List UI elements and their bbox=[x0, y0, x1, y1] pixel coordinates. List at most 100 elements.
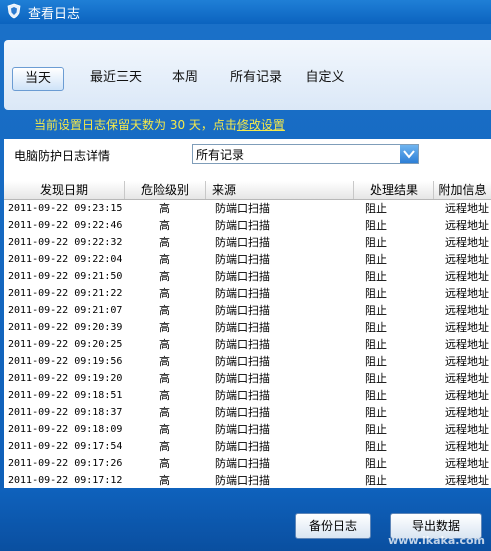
table-cell: 高 bbox=[159, 270, 170, 283]
table-cell: 防端口扫描 bbox=[215, 389, 270, 402]
notice-text: 当前设置日志保留天数为 30 天，点击 bbox=[34, 118, 237, 132]
tab-last-three-days[interactable]: 最近三天 bbox=[84, 67, 148, 89]
table-cell: 阻止 bbox=[365, 287, 387, 300]
table-row[interactable]: 2011-09-22 09:17:54 高 防端口扫描 阻止 远程地址 bbox=[4, 438, 491, 455]
table-row[interactable]: 2011-09-22 09:21:22 高 防端口扫描 阻止 远程地址 bbox=[4, 285, 491, 302]
table-cell: 远程地址 bbox=[445, 457, 489, 470]
table-cell: 远程地址 bbox=[445, 270, 489, 283]
tab-today[interactable]: 当天 bbox=[12, 67, 64, 91]
table-cell: 远程地址 bbox=[445, 253, 489, 266]
table-cell: 远程地址 bbox=[445, 423, 489, 436]
table-cell: 高 bbox=[159, 253, 170, 266]
table-cell: 2011-09-22 09:17:26 bbox=[8, 458, 123, 469]
table-cell: 防端口扫描 bbox=[215, 287, 270, 300]
table-cell: 防端口扫描 bbox=[215, 219, 270, 232]
table-cell: 防端口扫描 bbox=[215, 474, 270, 487]
table-row[interactable]: 2011-09-22 09:22:46 高 防端口扫描 阻止 远程地址 bbox=[4, 217, 491, 234]
table-cell: 远程地址 bbox=[445, 338, 489, 351]
log-filter-select[interactable]: 所有记录 bbox=[192, 144, 419, 164]
table-row[interactable]: 2011-09-22 09:17:26 高 防端口扫描 阻止 远程地址 bbox=[4, 455, 491, 472]
table-cell: 阻止 bbox=[365, 457, 387, 470]
table-cell: 2011-09-22 09:22:46 bbox=[8, 220, 123, 231]
table-cell: 远程地址 bbox=[445, 219, 489, 232]
table-cell: 2011-09-22 09:22:04 bbox=[8, 254, 123, 265]
table-cell: 阻止 bbox=[365, 440, 387, 453]
table-cell: 阻止 bbox=[365, 236, 387, 249]
table-cell: 阻止 bbox=[365, 202, 387, 215]
table-cell: 防端口扫描 bbox=[215, 253, 270, 266]
table-cell: 高 bbox=[159, 287, 170, 300]
column-header[interactable]: 附加信息 bbox=[434, 181, 491, 199]
table-cell: 2011-09-22 09:18:37 bbox=[8, 407, 123, 418]
table-cell: 2011-09-22 09:17:12 bbox=[8, 475, 123, 486]
site-watermark: www.ikaka.com bbox=[388, 534, 485, 547]
modify-settings-link[interactable]: 修改设置 bbox=[237, 118, 285, 132]
retention-notice: 当前设置日志保留天数为 30 天，点击修改设置 bbox=[34, 116, 285, 133]
table-row[interactable]: 2011-09-22 09:20:25 高 防端口扫描 阻止 远程地址 bbox=[4, 336, 491, 353]
table-row[interactable]: 2011-09-22 09:22:32 高 防端口扫描 阻止 远程地址 bbox=[4, 234, 491, 251]
table-row[interactable]: 2011-09-22 09:21:50 高 防端口扫描 阻止 远程地址 bbox=[4, 268, 491, 285]
table-cell: 远程地址 bbox=[445, 389, 489, 402]
footer-bar: 备份日志 导出数据 www.ikaka.com bbox=[0, 488, 491, 551]
table-cell: 防端口扫描 bbox=[215, 423, 270, 436]
table-row[interactable]: 2011-09-22 09:19:20 高 防端口扫描 阻止 远程地址 bbox=[4, 370, 491, 387]
column-header[interactable]: 来源 bbox=[206, 181, 354, 199]
table-cell: 远程地址 bbox=[445, 372, 489, 385]
table-cell: 高 bbox=[159, 423, 170, 436]
table-cell: 防端口扫描 bbox=[215, 338, 270, 351]
table-row[interactable]: 2011-09-22 09:22:04 高 防端口扫描 阻止 远程地址 bbox=[4, 251, 491, 268]
table-row[interactable]: 2011-09-22 09:18:37 高 防端口扫描 阻止 远程地址 bbox=[4, 404, 491, 421]
table-cell: 2011-09-22 09:22:32 bbox=[8, 237, 123, 248]
table-cell: 阻止 bbox=[365, 270, 387, 283]
table-row[interactable]: 2011-09-22 09:20:39 高 防端口扫描 阻止 远程地址 bbox=[4, 319, 491, 336]
table-row[interactable]: 2011-09-22 09:18:51 高 防端口扫描 阻止 远程地址 bbox=[4, 387, 491, 404]
table-cell: 高 bbox=[159, 440, 170, 453]
table-cell: 阻止 bbox=[365, 338, 387, 351]
filter-label: 电脑防护日志详情 bbox=[14, 149, 111, 163]
table-header: 发现日期 危险级别 来源 处理结果 附加信息 bbox=[4, 181, 491, 200]
table-cell: 远程地址 bbox=[445, 474, 489, 487]
chevron-down-icon[interactable] bbox=[400, 145, 418, 163]
tab-custom[interactable]: 自定义 bbox=[300, 67, 350, 89]
table-cell: 2011-09-22 09:19:20 bbox=[8, 373, 123, 384]
table-cell: 防端口扫描 bbox=[215, 321, 270, 334]
table-row[interactable]: 2011-09-22 09:23:15 高 防端口扫描 阻止 远程地址 bbox=[4, 200, 491, 217]
title-bar: 查看日志 bbox=[0, 0, 491, 24]
table-cell: 2011-09-22 09:20:25 bbox=[8, 339, 123, 350]
table-cell: 2011-09-22 09:18:09 bbox=[8, 424, 123, 435]
table-cell: 防端口扫描 bbox=[215, 457, 270, 470]
tab-all-records[interactable]: 所有记录 bbox=[224, 67, 288, 89]
table-cell: 2011-09-22 09:23:15 bbox=[8, 203, 123, 214]
table-cell: 2011-09-22 09:20:39 bbox=[8, 322, 123, 333]
table-cell: 高 bbox=[159, 338, 170, 351]
column-header[interactable]: 处理结果 bbox=[355, 181, 434, 199]
table-cell: 远程地址 bbox=[445, 355, 489, 368]
table-cell: 阻止 bbox=[365, 321, 387, 334]
table-row[interactable]: 2011-09-22 09:21:07 高 防端口扫描 阻止 远程地址 bbox=[4, 302, 491, 319]
window-title: 查看日志 bbox=[28, 7, 81, 22]
table-cell: 阻止 bbox=[365, 355, 387, 368]
column-header[interactable]: 发现日期 bbox=[4, 181, 125, 199]
table-row[interactable]: 2011-09-22 09:17:12 高 防端口扫描 阻止 远程地址 bbox=[4, 472, 491, 489]
table-cell: 高 bbox=[159, 321, 170, 334]
backup-log-button[interactable]: 备份日志 bbox=[295, 513, 371, 539]
table-cell: 防端口扫描 bbox=[215, 270, 270, 283]
table-cell: 防端口扫描 bbox=[215, 236, 270, 249]
shield-icon bbox=[7, 3, 21, 19]
table-cell: 防端口扫描 bbox=[215, 304, 270, 317]
table-cell: 防端口扫描 bbox=[215, 440, 270, 453]
table-cell: 远程地址 bbox=[445, 406, 489, 419]
table-cell: 2011-09-22 09:21:50 bbox=[8, 271, 123, 282]
table-row[interactable]: 2011-09-22 09:19:56 高 防端口扫描 阻止 远程地址 bbox=[4, 353, 491, 370]
tab-this-week[interactable]: 本周 bbox=[164, 67, 206, 89]
table-cell: 2011-09-22 09:21:07 bbox=[8, 305, 123, 316]
table-cell: 阻止 bbox=[365, 219, 387, 232]
table-cell: 阻止 bbox=[365, 406, 387, 419]
table-cell: 阻止 bbox=[365, 304, 387, 317]
table-cell: 高 bbox=[159, 457, 170, 470]
table-row[interactable]: 2011-09-22 09:18:09 高 防端口扫描 阻止 远程地址 bbox=[4, 421, 491, 438]
column-header[interactable]: 危险级别 bbox=[125, 181, 206, 199]
select-value: 所有记录 bbox=[196, 148, 245, 162]
table-cell: 2011-09-22 09:21:22 bbox=[8, 288, 123, 299]
table-cell: 高 bbox=[159, 355, 170, 368]
